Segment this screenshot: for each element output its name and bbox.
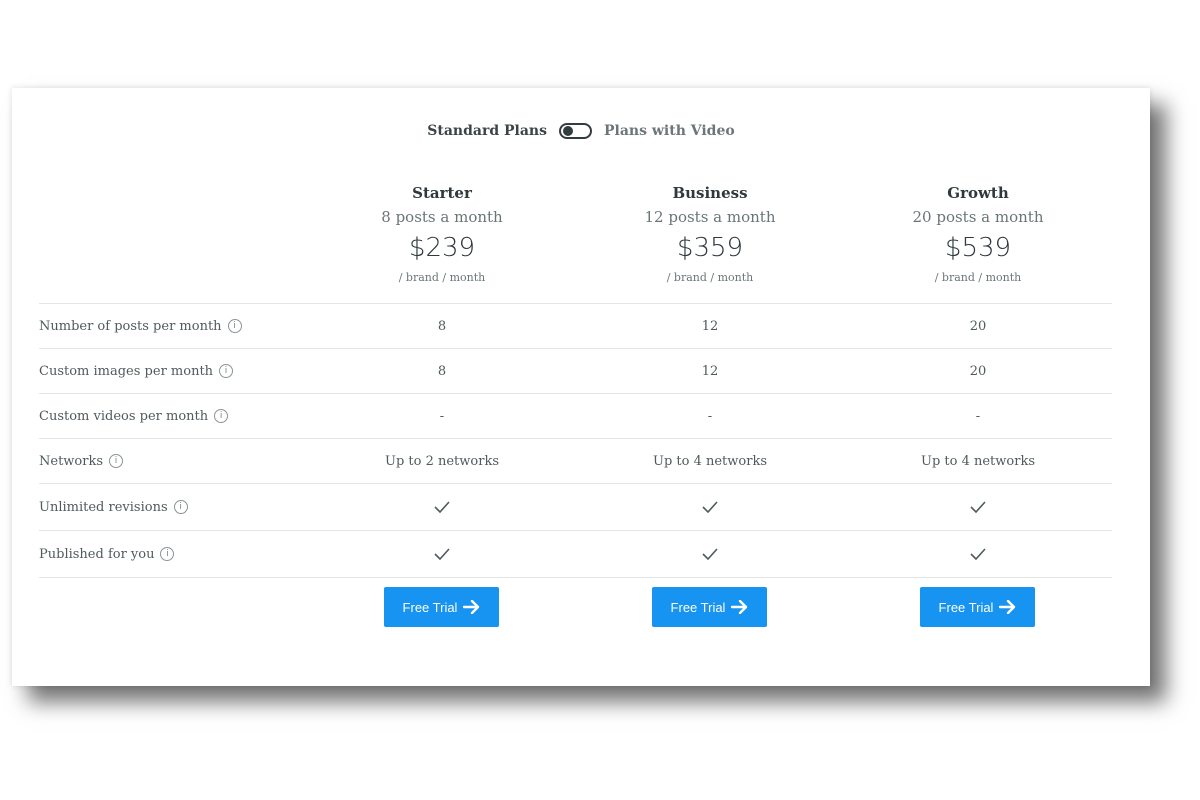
- arrow-right-icon: [731, 600, 748, 614]
- feature-label: Published for you: [39, 546, 155, 562]
- feature-value: 12: [701, 363, 719, 379]
- plan-business: Business 12 posts a month $359 / brand /…: [610, 184, 810, 284]
- plan-price: $359: [676, 233, 744, 263]
- feature-table: Number of posts per month i 8 12 20 Custo…: [39, 303, 1112, 578]
- feature-value: 8: [437, 318, 447, 334]
- plan-posts: 12 posts a month: [644, 208, 776, 226]
- feature-value: Up to 4 networks: [920, 453, 1035, 469]
- info-icon[interactable]: i: [219, 364, 234, 378]
- feature-row-published: Published for you i: [39, 530, 1112, 578]
- plan-price: $539: [944, 233, 1012, 263]
- plan-posts: 8 posts a month: [381, 208, 503, 226]
- feature-value: 8: [437, 363, 447, 379]
- feature-value: Up to 4 networks: [652, 453, 767, 469]
- plan-starter: Starter 8 posts a month $239 / brand / m…: [342, 184, 542, 284]
- plan-price-unit: / brand / month: [934, 271, 1022, 284]
- feature-row-revisions: Unlimited revisions i: [39, 483, 1112, 530]
- button-label: Free Trial: [938, 599, 994, 615]
- info-icon[interactable]: i: [109, 454, 124, 468]
- plan-name: Business: [672, 184, 748, 202]
- video-plans-label[interactable]: Plans with Video: [604, 123, 735, 139]
- free-trial-button-growth[interactable]: Free Trial: [920, 587, 1035, 627]
- check-icon: [342, 531, 542, 577]
- feature-row-videos: Custom videos per month i - - -: [39, 393, 1112, 438]
- check-icon: [342, 484, 542, 530]
- feature-label: Networks: [39, 453, 104, 469]
- check-icon: [610, 531, 810, 577]
- feature-row-networks: Networks i Up to 2 networks Up to 4 netwo…: [39, 438, 1112, 483]
- feature-label: Number of posts per month: [39, 318, 222, 334]
- feature-value: Up to 2 networks: [384, 453, 499, 469]
- standard-plans-label[interactable]: Standard Plans: [427, 123, 547, 139]
- feature-label: Custom videos per month: [39, 408, 209, 424]
- info-icon[interactable]: i: [227, 319, 242, 333]
- plan-price-unit: / brand / month: [398, 271, 486, 284]
- switch-knob: [563, 126, 573, 136]
- arrow-right-icon: [463, 600, 480, 614]
- plan-type-switch[interactable]: [559, 123, 592, 139]
- feature-label: Unlimited revisions: [39, 499, 168, 515]
- feature-value: -: [439, 408, 445, 424]
- arrow-right-icon: [999, 600, 1016, 614]
- button-label: Free Trial: [402, 599, 458, 615]
- feature-value: 12: [701, 318, 719, 334]
- pricing-card: Standard Plans Plans with Video Starter …: [12, 88, 1150, 686]
- check-icon: [610, 484, 810, 530]
- feature-value: 20: [969, 363, 987, 379]
- plan-name: Starter: [412, 184, 472, 202]
- feature-label: Custom images per month: [39, 363, 214, 379]
- plan-growth: Growth 20 posts a month $539 / brand / m…: [878, 184, 1078, 284]
- free-trial-button-starter[interactable]: Free Trial: [384, 587, 499, 627]
- plan-name: Growth: [947, 184, 1009, 202]
- info-icon[interactable]: i: [214, 409, 229, 423]
- plan-type-toggle-row: Standard Plans Plans with Video: [12, 123, 1150, 139]
- free-trial-button-business[interactable]: Free Trial: [652, 587, 767, 627]
- feature-row-images: Custom images per month i 8 12 20: [39, 348, 1112, 393]
- feature-value: -: [975, 408, 981, 424]
- check-icon: [878, 531, 1078, 577]
- feature-value: -: [707, 408, 713, 424]
- plan-posts: 20 posts a month: [912, 208, 1044, 226]
- feature-row-posts: Number of posts per month i 8 12 20: [39, 303, 1112, 348]
- info-icon[interactable]: i: [160, 547, 175, 561]
- check-icon: [878, 484, 1078, 530]
- feature-value: 20: [969, 318, 987, 334]
- button-label: Free Trial: [670, 599, 726, 615]
- info-icon[interactable]: i: [173, 500, 188, 514]
- plan-price: $239: [408, 233, 476, 263]
- plan-price-unit: / brand / month: [666, 271, 754, 284]
